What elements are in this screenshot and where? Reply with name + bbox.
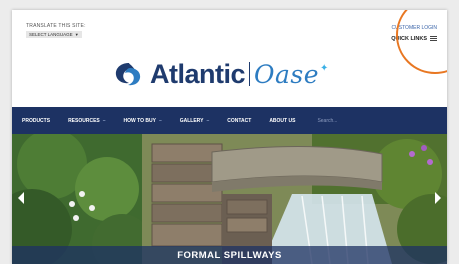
language-select-label: SELECT LANGUAGE <box>29 32 73 37</box>
logo-brand-primary: Atlantic <box>150 58 246 89</box>
site-logo[interactable]: Atlantic Oase ✦ <box>112 54 328 94</box>
slider-next-arrow-icon[interactable] <box>435 192 441 204</box>
dropdown-dash-icon: – <box>102 117 106 124</box>
chevron-down-icon: ▼ <box>74 32 79 37</box>
nav-item-label: PRODUCTS <box>22 117 51 124</box>
nav-item-label: CONTACT <box>227 117 252 124</box>
nav-item-label: ABOUT US <box>269 117 296 124</box>
logo-swirl-icon <box>115 63 141 86</box>
slider-prev-arrow-icon[interactable] <box>18 192 24 204</box>
highlight-ring-annotation <box>396 10 447 74</box>
logo-spark-icon: ✦ <box>320 62 329 74</box>
nav-item-how-to-buy[interactable]: HOW TO BUY – <box>124 118 162 124</box>
hero-caption-bar: FORMAL SPILLWAYS <box>12 246 447 264</box>
translate-label: TRANSLATE THIS SITE: <box>26 23 86 29</box>
nav-item-resources[interactable]: RESOURCES – <box>68 118 105 124</box>
nav-item-label: HOW TO BUY <box>123 117 156 124</box>
browser-page: TRANSLATE THIS SITE: SELECT LANGUAGE ▼ C… <box>12 10 447 264</box>
hero-caption: FORMAL SPILLWAYS <box>177 249 282 261</box>
nav-item-gallery[interactable]: GALLERY – <box>180 118 210 124</box>
nav-item-label: RESOURCES <box>68 117 100 124</box>
language-select[interactable]: SELECT LANGUAGE ▼ <box>26 31 82 38</box>
logo-brand-secondary: Oase <box>254 59 320 89</box>
nav-item-contact[interactable]: CONTACT <box>227 118 251 124</box>
hero-image <box>12 134 447 264</box>
search-input[interactable]: Search... <box>317 118 337 124</box>
main-nav: PRODUCTS RESOURCES – HOW TO BUY – GALLER… <box>12 107 447 134</box>
nav-item-products[interactable]: PRODUCTS <box>22 118 50 124</box>
nav-item-about-us[interactable]: ABOUT US <box>269 118 295 124</box>
nav-item-label: GALLERY <box>179 117 204 124</box>
logo-divider <box>249 62 251 86</box>
dropdown-dash-icon: – <box>158 117 162 124</box>
hero-slider: FORMAL SPILLWAYS <box>12 134 447 264</box>
dropdown-dash-icon: – <box>206 117 210 124</box>
